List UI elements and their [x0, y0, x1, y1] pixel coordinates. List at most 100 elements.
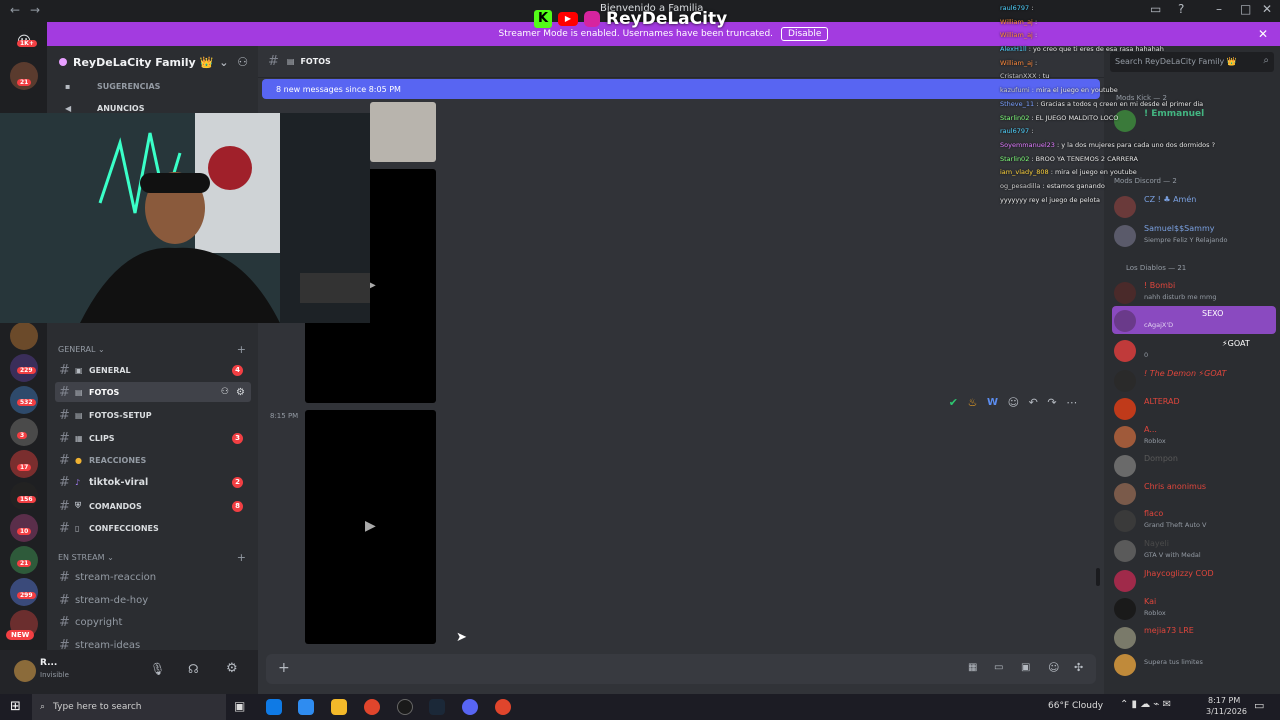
message-composer[interactable]: + ▦ ▭ ▣ ☺ ✣: [266, 654, 1096, 684]
discord-icon[interactable]: [462, 699, 478, 715]
member-item[interactable]: Jhaycoglizzy COD: [1112, 566, 1276, 594]
gif-icon[interactable]: ▭: [994, 662, 1003, 673]
channel-sugerencias[interactable]: ▪ SUGERENCIAS: [55, 76, 251, 96]
gift-icon[interactable]: ▦: [968, 662, 977, 673]
channel-general[interactable]: # ▣ GENERAL 4: [55, 360, 251, 380]
task-view-icon[interactable]: ▣: [234, 699, 245, 713]
check-reaction-icon[interactable]: ✔: [949, 396, 958, 409]
edge-icon[interactable]: [266, 699, 282, 715]
member-item[interactable]: SEXO cAgajX'D: [1112, 306, 1276, 334]
member-name: Jhaycoglizzy COD: [1144, 569, 1214, 578]
steam-icon[interactable]: [429, 699, 445, 715]
channel-stream-de-hoy[interactable]: # stream-de-hoy: [55, 590, 251, 610]
server-badge: 299: [17, 592, 36, 599]
member-item[interactable]: Chris anonimus: [1112, 479, 1276, 507]
avatar[interactable]: [14, 660, 36, 682]
category-en-stream[interactable]: EN STREAM ⌄: [58, 553, 114, 562]
chat-message: estamos ganando: [1046, 181, 1105, 190]
member-item[interactable]: A... Roblox: [1112, 422, 1276, 450]
clock-date[interactable]: 3/11/2026: [1206, 707, 1247, 716]
member-item[interactable]: mejia73 LRE: [1112, 623, 1276, 651]
channel-fotos[interactable]: # ▤ FOTOS ⚇ ⚙: [55, 382, 251, 402]
scrollbar[interactable]: [1096, 568, 1100, 586]
forward-icon[interactable]: ↷: [1047, 396, 1056, 409]
overlay-chat-line: Soyemmanuel23 : y la dos mujeres para ca…: [1000, 140, 1216, 149]
play-icon[interactable]: ▶: [365, 518, 376, 534]
sticker-icon[interactable]: ▣: [1021, 662, 1030, 673]
new-messages-bar[interactable]: 8 new messages since 8:05 PM: [262, 79, 1100, 99]
microphone-icon[interactable]: 🎙: [150, 662, 165, 676]
member-item[interactable]: Kai Roblox: [1112, 594, 1276, 622]
notification-icon[interactable]: ▭: [1254, 699, 1264, 712]
invite-icon[interactable]: ⚇: [237, 55, 248, 69]
overlay-chat-line: raul6797 :: [1000, 4, 1034, 12]
image-attachment[interactable]: [370, 102, 436, 162]
channel-confecciones[interactable]: # ▯ CONFECCIONES: [55, 518, 251, 538]
avatar: [1114, 370, 1136, 392]
headphones-icon[interactable]: ☊: [188, 662, 199, 676]
add-attachment-icon[interactable]: +: [278, 660, 290, 676]
channel-stream-reaccion[interactable]: # stream-reaccion: [55, 567, 251, 587]
channel-reacciones[interactable]: # ● REACCIONES: [55, 450, 251, 470]
chrome-icon[interactable]: [364, 699, 380, 715]
overlay-chat-line: Starlin02 : BROO YA TENEMOS 2 CARRERA: [1000, 154, 1138, 163]
fire-reaction-icon[interactable]: ♨: [968, 396, 978, 409]
server-badge: 10: [17, 528, 32, 535]
channel-copyright[interactable]: # copyright: [55, 612, 251, 632]
category-general[interactable]: GENERAL ⌄: [58, 345, 105, 354]
server-icon[interactable]: [10, 322, 38, 350]
channel-tiktok-viral[interactable]: # ♪ tiktok-viral 2: [55, 472, 251, 492]
member-item[interactable]: ALTERAD: [1112, 394, 1276, 422]
add-channel-icon[interactable]: +: [237, 551, 246, 564]
back-arrow-icon[interactable]: ←: [10, 3, 20, 17]
member-item[interactable]: ⚡GOAT 0: [1112, 336, 1276, 364]
maximize-icon[interactable]: □: [1240, 2, 1251, 16]
member-item[interactable]: flaco Grand Theft Auto V: [1112, 506, 1276, 534]
weather-text[interactable]: 66°F Cloudy: [1048, 701, 1103, 711]
tray-icons[interactable]: ⌃ ▮ ☁ ⌁ ✉: [1120, 699, 1171, 710]
add-member-icon[interactable]: ⚇: [221, 387, 229, 397]
overlay-chat-line: AlexH1ll : yo creo que ti eres de esa ra…: [1000, 45, 1164, 54]
reply-icon[interactable]: ↶: [1029, 396, 1038, 409]
channel-fotos-setup[interactable]: # ▤ FOTOS-SETUP: [55, 405, 251, 425]
member-item[interactable]: Samuel$$Sammy Siempre Feliz Y Relajando: [1112, 221, 1276, 249]
brand-logo: K ▶ ReyDeLaCity: [534, 6, 727, 32]
video-attachment[interactable]: ▶: [305, 410, 436, 644]
windows-start-icon[interactable]: ⊞: [10, 699, 21, 714]
disable-button[interactable]: Disable: [781, 27, 829, 41]
minimize-icon[interactable]: –: [1216, 2, 1222, 16]
gear-icon[interactable]: ⚙: [236, 387, 245, 398]
member-status: Grand Theft Auto V: [1144, 521, 1207, 529]
new-messages-label: 8 new messages since 8:05 PM: [276, 84, 401, 94]
clock-time[interactable]: 8:17 PM: [1208, 696, 1240, 705]
w-reaction-icon[interactable]: W: [987, 397, 998, 408]
member-item[interactable]: Supera tus limites: [1112, 650, 1276, 678]
member-item[interactable]: ! The Demon ⚡GOAT: [1112, 366, 1276, 394]
overlay-chat-line: yyyyyyy rey el juego de pelota: [1000, 194, 1200, 208]
gear-icon[interactable]: ⚙: [226, 661, 238, 676]
role-header-los-diablos: Los Diablos — 21: [1126, 264, 1187, 272]
member-item[interactable]: Nayeli GTA V with Medal: [1112, 536, 1276, 564]
member-item[interactable]: ! Bombi nahh disturb me mmg: [1112, 278, 1276, 306]
channel-comandos[interactable]: # ⛨ COMANDOS 8: [55, 496, 251, 516]
member-item[interactable]: Dompon: [1112, 451, 1276, 479]
more-icon[interactable]: ⋯: [1066, 396, 1077, 409]
channel-clips[interactable]: # ▦ CLIPS 3: [55, 428, 251, 448]
chat-user: Starlin02: [1000, 113, 1030, 122]
boost-icon: [59, 58, 67, 66]
forward-arrow-icon[interactable]: →: [30, 3, 40, 17]
add-reaction-icon[interactable]: ☺: [1008, 396, 1019, 409]
add-channel-icon[interactable]: +: [237, 343, 246, 356]
emoji-icon[interactable]: ☺: [1048, 661, 1059, 674]
close-window-icon[interactable]: ✕: [1262, 2, 1272, 16]
copilot-icon[interactable]: [298, 699, 314, 715]
obs-icon[interactable]: [397, 699, 413, 715]
guild-header[interactable]: ReyDeLaCity Family 👑 ⌄ ⚇: [47, 46, 258, 78]
file-explorer-icon[interactable]: [331, 699, 347, 715]
apps-icon[interactable]: ✣: [1074, 661, 1083, 674]
close-icon[interactable]: ✕: [1258, 27, 1268, 41]
chrome-icon[interactable]: [495, 699, 511, 715]
mention-badge: 3: [232, 432, 243, 444]
message-toolbar: ✔ ♨ W ☺ ↶ ↷ ⋯: [944, 391, 1082, 413]
taskbar-search[interactable]: ⌕ Type here to search: [32, 694, 226, 720]
